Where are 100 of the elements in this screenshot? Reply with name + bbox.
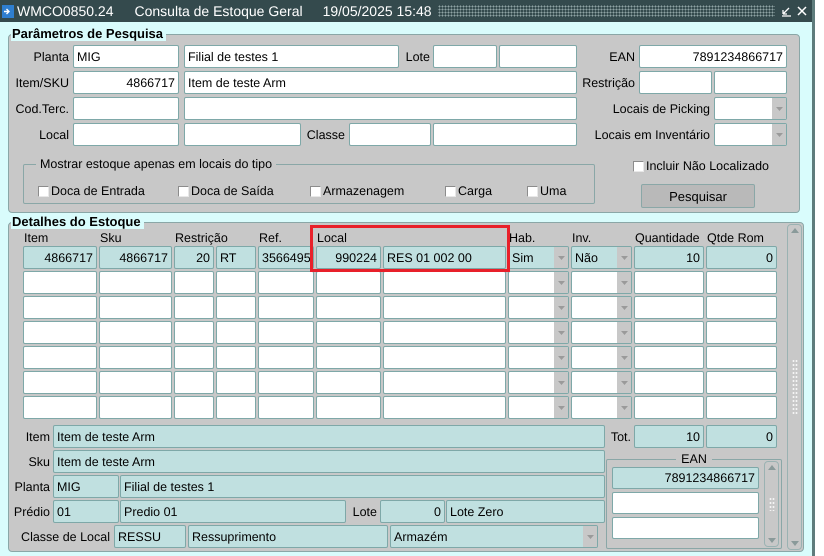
table-cell[interactable]: 4866717 (23, 246, 97, 269)
table-cell[interactable] (634, 371, 704, 394)
ean-field[interactable] (612, 517, 759, 539)
table-cell[interactable] (316, 371, 381, 394)
table-cell[interactable]: RES 01 002 00 (383, 246, 506, 269)
dropdown[interactable] (714, 97, 787, 120)
input-field[interactable]: Lote Zero (446, 500, 605, 523)
input-field[interactable]: 01 (53, 500, 119, 523)
table-cell[interactable] (634, 346, 704, 369)
dropdown[interactable] (508, 396, 569, 419)
checkbox-label[interactable]: Doca de Saída (191, 184, 274, 198)
table-cell[interactable] (383, 396, 506, 419)
table-cell[interactable] (383, 321, 506, 344)
dropdown[interactable]: Sim (508, 246, 569, 269)
table-cell[interactable] (174, 371, 214, 394)
table-cell[interactable]: 4866717 (99, 246, 172, 269)
table-cell[interactable] (99, 296, 172, 319)
table-cell[interactable] (216, 346, 256, 369)
table-cell[interactable] (99, 396, 172, 419)
input-field[interactable] (433, 123, 577, 146)
table-cell[interactable] (706, 321, 777, 344)
minimize-icon[interactable] (781, 6, 792, 16)
table-cell[interactable]: RT (216, 246, 256, 269)
table-cell[interactable] (706, 346, 777, 369)
table-cell[interactable] (99, 271, 172, 294)
table-cell[interactable] (174, 296, 214, 319)
input-field[interactable] (499, 45, 577, 68)
table-cell[interactable] (258, 346, 314, 369)
up-arrow-icon[interactable] (790, 228, 798, 233)
table-cell[interactable] (99, 371, 172, 394)
checkbox-label[interactable]: Armazenagem (323, 184, 404, 198)
table-cell[interactable] (634, 321, 704, 344)
input-field[interactable] (639, 71, 712, 94)
dropdown[interactable] (508, 346, 569, 369)
checkbox[interactable] (310, 186, 321, 196)
vertical-scrollbar[interactable] (787, 224, 802, 550)
table-cell[interactable] (383, 271, 506, 294)
table-cell[interactable] (99, 346, 172, 369)
checkbox[interactable] (445, 186, 456, 196)
table-cell[interactable] (23, 296, 97, 319)
table-cell[interactable] (634, 396, 704, 419)
dropdown[interactable] (714, 123, 787, 146)
input-field[interactable]: MIG (53, 475, 119, 498)
table-cell[interactable] (23, 346, 97, 369)
table-cell[interactable] (316, 271, 381, 294)
ean-field[interactable]: 7891234866717 (612, 467, 759, 489)
input-field[interactable]: 0 (380, 500, 445, 523)
table-cell[interactable]: 20 (174, 246, 214, 269)
dropdown[interactable] (571, 346, 632, 369)
input-field[interactable]: Filial de testes 1 (120, 475, 605, 498)
table-cell[interactable] (706, 271, 777, 294)
table-cell[interactable] (258, 321, 314, 344)
table-cell[interactable] (23, 321, 97, 344)
table-cell[interactable] (216, 396, 256, 419)
table-cell[interactable] (23, 396, 97, 419)
input-field[interactable] (73, 123, 179, 146)
input-field[interactable]: RESSU (114, 525, 186, 548)
table-cell[interactable] (258, 371, 314, 394)
vertical-scrollbar[interactable] (764, 461, 779, 547)
table-cell[interactable] (174, 271, 214, 294)
input-field[interactable]: MIG (73, 45, 179, 68)
dropdown[interactable]: Não (571, 246, 632, 269)
table-cell[interactable] (216, 371, 256, 394)
input-field[interactable] (184, 123, 301, 146)
table-cell[interactable] (216, 296, 256, 319)
up-arrow-icon[interactable] (768, 465, 776, 470)
checkbox-label[interactable]: Doca de Entrada (51, 184, 145, 198)
input-field[interactable] (349, 123, 431, 146)
table-cell[interactable] (383, 346, 506, 369)
checkbox[interactable] (178, 186, 189, 196)
table-cell[interactable] (316, 346, 381, 369)
checkbox[interactable] (633, 160, 644, 172)
table-cell[interactable] (634, 296, 704, 319)
table-cell[interactable]: 3566495 (258, 246, 314, 269)
close-icon[interactable] (797, 6, 807, 16)
total-field[interactable]: 0 (706, 425, 777, 448)
scroll-grip[interactable] (768, 497, 774, 511)
dropdown[interactable] (508, 296, 569, 319)
title-bar-grip[interactable] (438, 5, 775, 17)
dropdown[interactable] (508, 321, 569, 344)
table-cell[interactable] (23, 271, 97, 294)
input-field[interactable]: Filial de testes 1 (184, 45, 399, 68)
dropdown[interactable] (571, 371, 632, 394)
search-button[interactable]: Pesquisar (641, 184, 755, 208)
item-description-field[interactable]: Item de teste Arm (53, 425, 605, 448)
table-cell[interactable] (174, 346, 214, 369)
dropdown[interactable]: Armazém (390, 525, 598, 548)
total-field[interactable]: 10 (634, 425, 704, 448)
table-cell[interactable] (383, 371, 506, 394)
input-field[interactable]: 7891234866717 (639, 45, 787, 68)
table-cell[interactable] (316, 396, 381, 419)
table-cell[interactable] (258, 271, 314, 294)
dropdown[interactable] (508, 371, 569, 394)
checkbox-label[interactable]: Uma (540, 184, 566, 198)
table-cell[interactable] (174, 396, 214, 419)
table-cell[interactable] (706, 296, 777, 319)
input-field[interactable]: Item de teste Arm (184, 71, 577, 94)
table-cell[interactable] (258, 396, 314, 419)
checkbox-label[interactable]: Carga (458, 184, 492, 198)
down-arrow-icon[interactable] (768, 538, 776, 543)
